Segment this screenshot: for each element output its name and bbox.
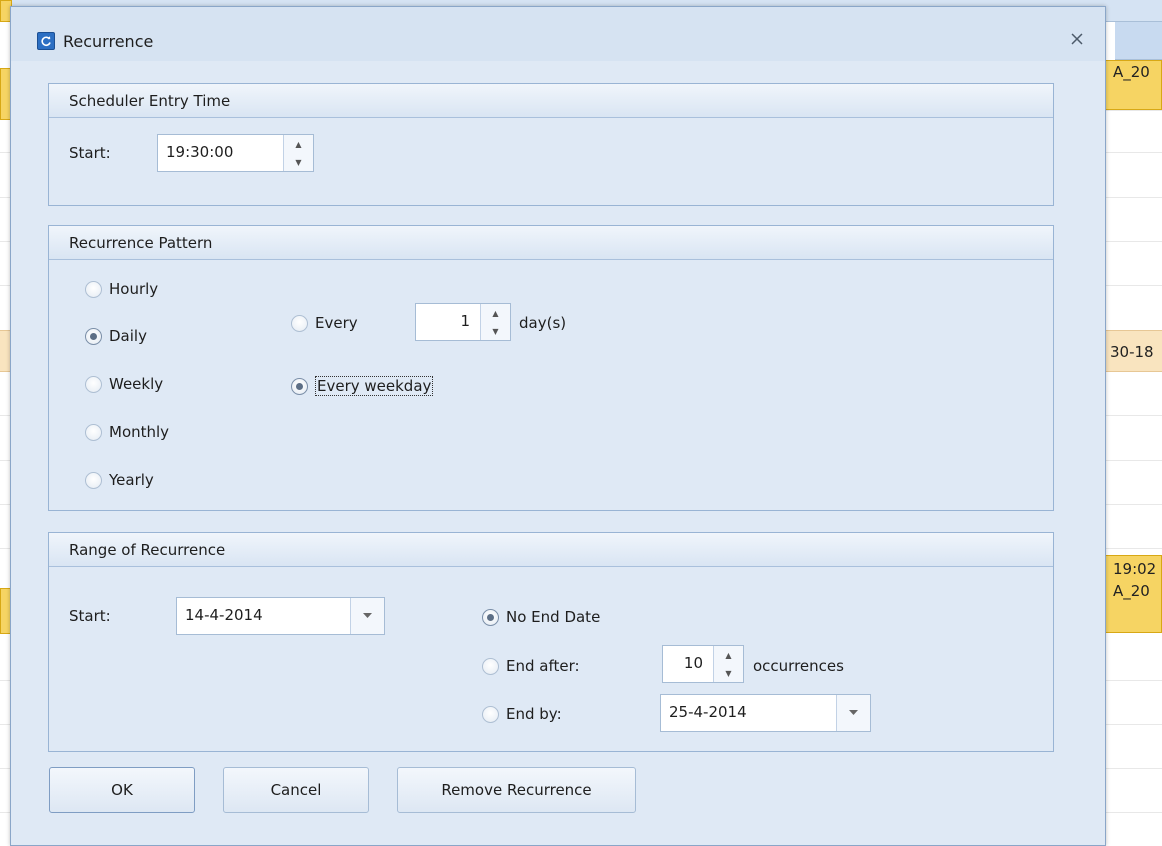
range-start-value: 14-4-2014 xyxy=(185,606,263,624)
dialog-title: Recurrence xyxy=(63,32,154,51)
cancel-button[interactable]: Cancel xyxy=(223,767,369,813)
radio-every-weekday[interactable]: Every weekday xyxy=(291,376,434,396)
event-text: 19:02 xyxy=(1113,560,1157,578)
radio-no-end-date[interactable]: No End Date xyxy=(482,608,600,626)
end-by-date-picker[interactable]: 25-4-2014 xyxy=(660,694,871,732)
every-days-value: 1 xyxy=(460,312,470,330)
range-start-label: Start: xyxy=(69,607,111,625)
chevron-down-icon xyxy=(363,613,372,618)
radio-label: End by: xyxy=(506,705,562,723)
radio-circle-checked xyxy=(291,377,308,395)
event-text: A_20 xyxy=(1113,582,1150,600)
radio-circle xyxy=(482,705,499,723)
spin-down-button[interactable]: ▼ xyxy=(481,322,510,340)
dialog-client: Scheduler Entry Time Start: 19:30:00 ▲ ▼… xyxy=(11,61,1105,845)
radio-yearly[interactable]: Yearly xyxy=(85,471,154,489)
radio-weekly[interactable]: Weekly xyxy=(85,375,163,393)
occurrences-label: occurrences xyxy=(753,657,844,675)
spin-down-button[interactable]: ▼ xyxy=(284,153,313,171)
spin-down-button[interactable]: ▼ xyxy=(714,664,743,682)
pattern-group: Recurrence Pattern Hourly Daily Weekly M… xyxy=(48,225,1054,511)
end-after-spinner[interactable]: 10 ▲ ▼ xyxy=(662,645,744,683)
range-start-date-picker[interactable]: 14-4-2014 xyxy=(176,597,385,635)
radio-circle xyxy=(291,314,308,332)
radio-label: Hourly xyxy=(109,280,159,298)
start-time-spinner[interactable]: 19:30:00 ▲ ▼ xyxy=(157,134,314,172)
radio-end-by[interactable]: End by: xyxy=(482,705,562,723)
event-text: A_20 xyxy=(1113,63,1150,81)
radio-circle-checked xyxy=(482,608,499,626)
radio-end-after[interactable]: End after: xyxy=(482,657,580,675)
start-time-label: Start: xyxy=(69,144,111,162)
group-header: Range of Recurrence xyxy=(49,533,1053,567)
radio-circle xyxy=(85,280,102,298)
spin-up-button[interactable]: ▲ xyxy=(284,135,313,153)
remove-recurrence-button[interactable]: Remove Recurrence xyxy=(397,767,636,813)
scheduler-event[interactable]: 19:02 A_20 xyxy=(1105,555,1162,633)
entry-time-group: Scheduler Entry Time Start: 19:30:00 ▲ ▼ xyxy=(48,83,1054,206)
radio-daily[interactable]: Daily xyxy=(85,327,147,345)
spin-buttons: ▲ ▼ xyxy=(480,304,510,340)
scheduler-day-header xyxy=(1115,22,1162,60)
spin-up-button[interactable]: ▲ xyxy=(714,646,743,664)
spin-buttons: ▲ ▼ xyxy=(283,135,313,171)
radio-label: Daily xyxy=(109,327,147,345)
event-text: 30-18 xyxy=(1110,343,1154,361)
radio-circle xyxy=(85,375,102,393)
radio-label: No End Date xyxy=(506,608,601,626)
radio-circle-checked xyxy=(85,327,102,345)
radio-label: Monthly xyxy=(109,423,170,441)
recurrence-icon xyxy=(37,32,55,50)
dropdown-button[interactable] xyxy=(836,695,870,731)
dialog-titlebar[interactable]: Recurrence xyxy=(11,7,1105,59)
group-header: Recurrence Pattern xyxy=(49,226,1053,260)
dropdown-button[interactable] xyxy=(350,598,384,634)
scheduler-event[interactable]: A_20 xyxy=(1105,60,1162,110)
close-icon xyxy=(1071,33,1083,45)
radio-label: End after: xyxy=(506,657,580,675)
radio-circle xyxy=(85,423,102,441)
spin-buttons: ▲ ▼ xyxy=(713,646,743,682)
radio-circle xyxy=(482,657,499,675)
spin-up-button[interactable]: ▲ xyxy=(481,304,510,322)
group-header: Scheduler Entry Time xyxy=(49,84,1053,118)
radio-circle xyxy=(85,471,102,489)
radio-label: Every xyxy=(315,314,358,332)
radio-label: Every weekday xyxy=(315,376,434,396)
radio-monthly[interactable]: Monthly xyxy=(85,423,169,441)
radio-every-n-days[interactable]: Every xyxy=(291,314,358,332)
radio-hourly[interactable]: Hourly xyxy=(85,280,158,298)
range-group: Range of Recurrence Start: 14-4-2014 No … xyxy=(48,532,1054,752)
start-time-value: 19:30:00 xyxy=(166,143,234,161)
days-unit-label: day(s) xyxy=(519,314,567,332)
ok-button[interactable]: OK xyxy=(49,767,195,813)
radio-label: Weekly xyxy=(109,375,164,393)
close-button[interactable] xyxy=(1067,29,1087,49)
every-days-spinner[interactable]: 1 ▲ ▼ xyxy=(415,303,511,341)
end-by-value: 25-4-2014 xyxy=(669,703,747,721)
recurrence-dialog: Recurrence Scheduler Entry Time Start: 1… xyxy=(10,6,1106,846)
radio-label: Yearly xyxy=(109,471,154,489)
chevron-down-icon xyxy=(849,710,858,715)
end-after-value: 10 xyxy=(683,654,703,672)
